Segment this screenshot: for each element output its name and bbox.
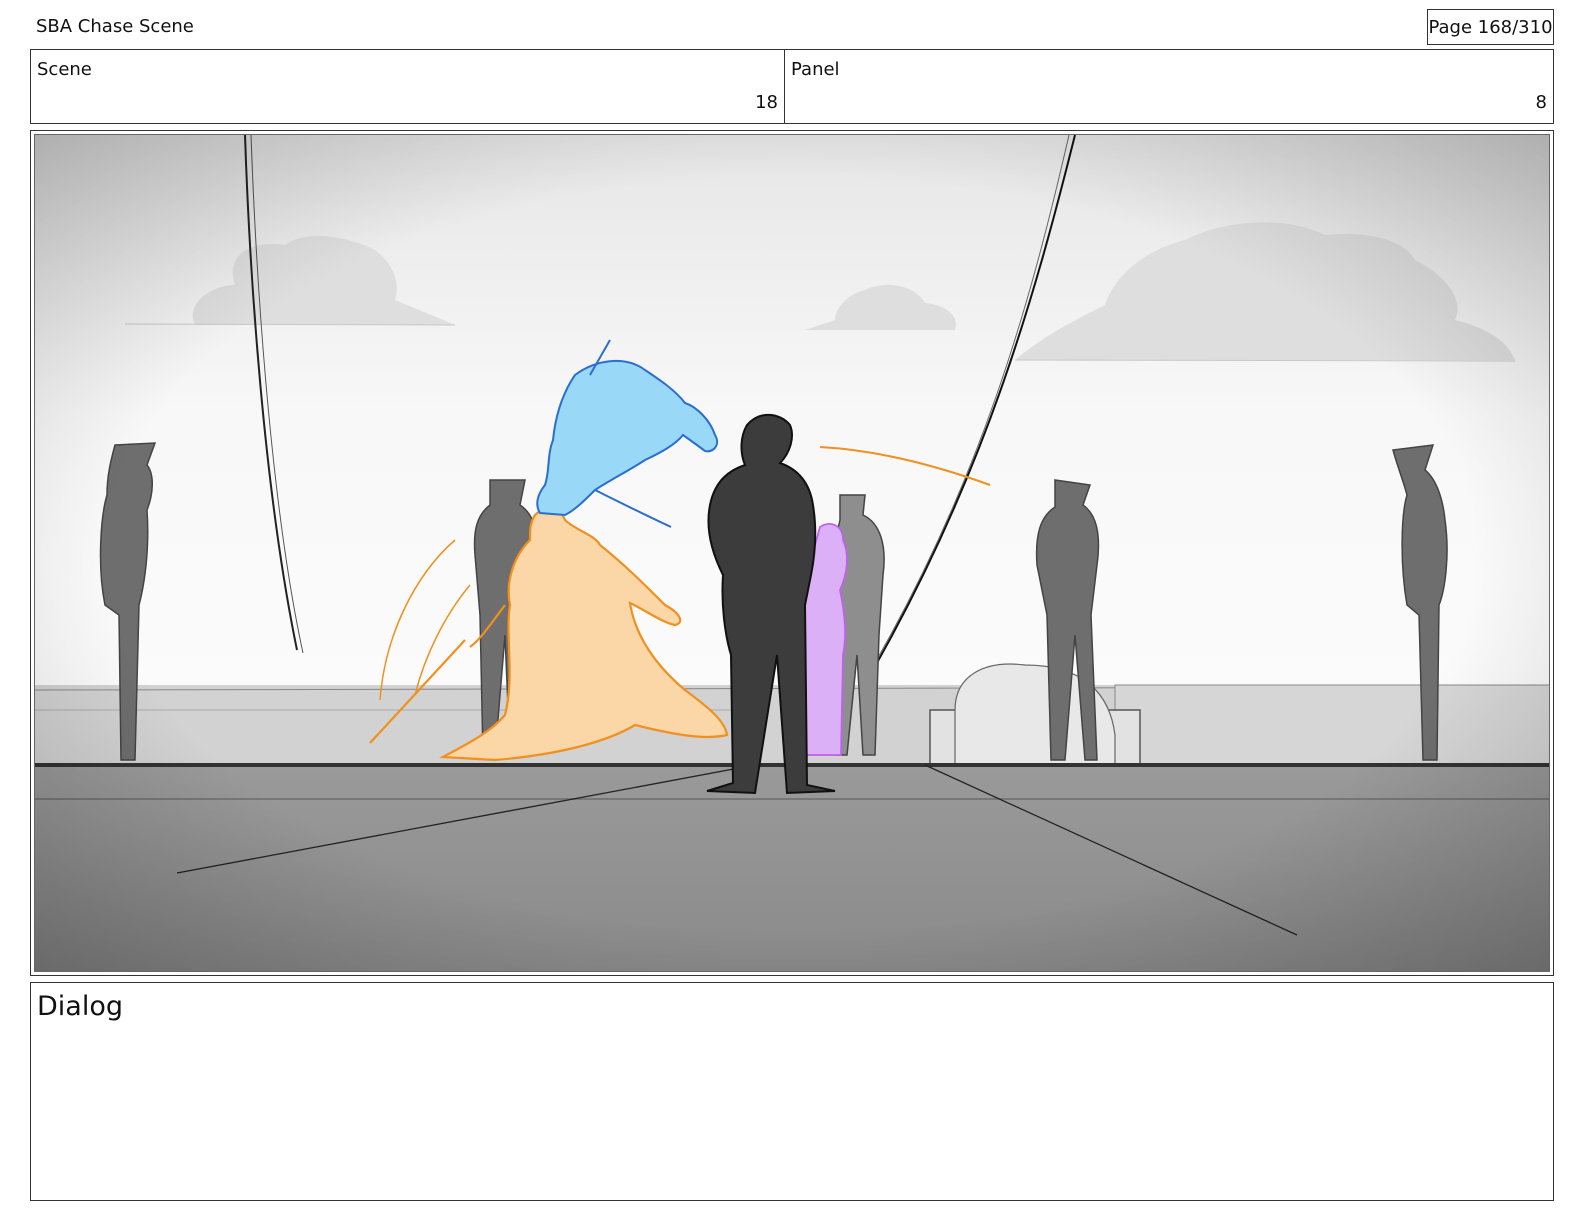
scene-panel-info: Scene 18 Panel 8 bbox=[30, 49, 1554, 124]
dialog-box: Dialog bbox=[30, 982, 1554, 1201]
panel-number: 8 bbox=[1535, 92, 1547, 113]
dialog-label: Dialog bbox=[37, 991, 123, 1022]
scene-cell: Scene 18 bbox=[31, 50, 785, 123]
panel-cell: Panel 8 bbox=[785, 50, 1553, 123]
scene-number: 18 bbox=[755, 92, 778, 113]
scene-label: Scene bbox=[37, 59, 92, 80]
document-title: SBA Chase Scene bbox=[36, 16, 194, 37]
storyboard-sketch bbox=[34, 134, 1550, 972]
page-number: Page 168/310 bbox=[1427, 9, 1554, 45]
panel-label: Panel bbox=[791, 59, 840, 80]
